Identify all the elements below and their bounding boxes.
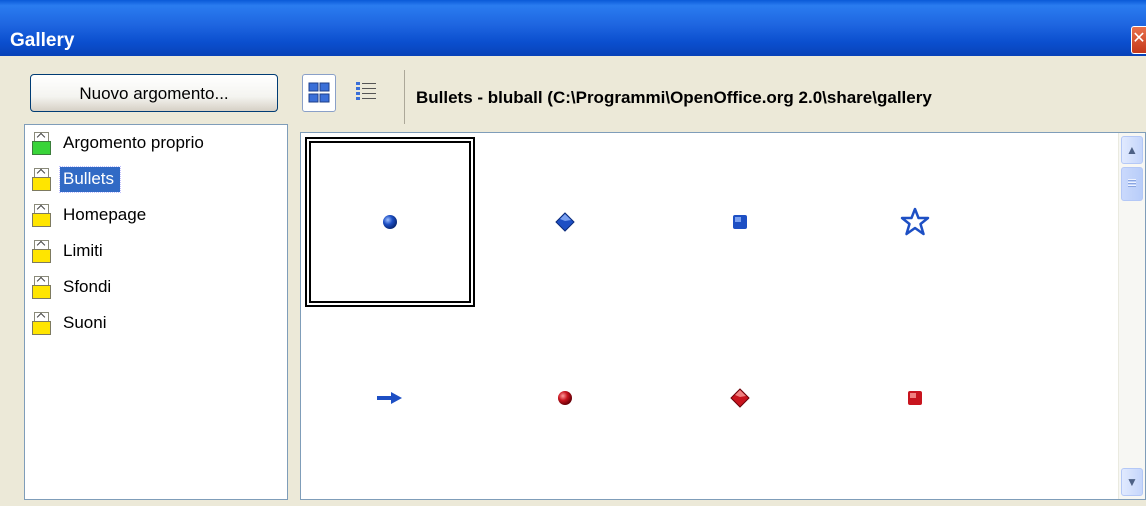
topic-item-selected[interactable]: Bullets [25, 161, 287, 197]
folder-icon [31, 131, 52, 155]
window-title: Gallery [10, 30, 75, 51]
gallery-item[interactable] [305, 313, 475, 483]
gallery-item-selected[interactable] [305, 137, 475, 307]
topic-item[interactable]: Limiti [25, 233, 287, 269]
vertical-scrollbar[interactable]: ▲ ▼ [1118, 133, 1145, 499]
blue-arrow-icon [377, 392, 402, 404]
scroll-up-icon[interactable]: ▲ [1121, 136, 1143, 164]
topic-label: Sfondi [63, 276, 112, 296]
folder-icon [31, 203, 52, 227]
blue-square-icon [733, 215, 747, 229]
red-diamond-icon [730, 388, 750, 408]
gallery-item[interactable] [830, 313, 1000, 483]
blue-diamond-icon [555, 212, 575, 232]
folder-icon [31, 239, 52, 263]
folder-icon [31, 311, 52, 335]
topic-item[interactable]: Argomento proprio [25, 125, 287, 161]
gallery-item[interactable] [480, 137, 650, 307]
topic-item[interactable]: Sfondi [25, 269, 287, 305]
blue-star-icon [900, 207, 930, 236]
folder-icon [31, 167, 52, 191]
topic-list[interactable]: Argomento proprio Bullets Homepage Limit… [24, 124, 288, 500]
gallery-item[interactable] [480, 313, 650, 483]
gallery-item[interactable] [830, 137, 1000, 307]
topic-label: Argomento proprio [63, 132, 204, 152]
topic-item[interactable]: Suoni [25, 305, 287, 341]
topic-label: Bullets [58, 165, 122, 193]
gallery-path-label: Bullets - bluball (C:\Programmi\OpenOffi… [416, 88, 932, 107]
toolbar-separator [404, 70, 405, 124]
gallery-item-view[interactable]: ▲ ▼ [300, 132, 1146, 500]
red-square-icon [908, 391, 922, 405]
blue-ball-icon [383, 215, 397, 229]
icon-view-button[interactable] [302, 74, 336, 112]
topic-label: Homepage [63, 204, 147, 224]
scroll-thumb[interactable] [1121, 167, 1143, 201]
topic-item[interactable]: Homepage [25, 197, 287, 233]
topic-label: Limiti [63, 240, 103, 260]
new-topic-button[interactable]: Nuovo argomento... [30, 74, 278, 112]
gallery-item[interactable] [655, 313, 825, 483]
detail-view-icon [356, 82, 376, 100]
red-ball-icon [558, 391, 572, 405]
topic-label: Suoni [63, 312, 107, 332]
detail-view-button[interactable] [352, 74, 386, 112]
title-bar: Gallery ✕ [0, 0, 1146, 56]
scroll-down-icon[interactable]: ▼ [1121, 468, 1143, 496]
icon-view-icon [308, 82, 330, 103]
folder-icon [31, 275, 52, 299]
gallery-item[interactable] [655, 137, 825, 307]
close-icon[interactable]: ✕ [1131, 26, 1146, 54]
